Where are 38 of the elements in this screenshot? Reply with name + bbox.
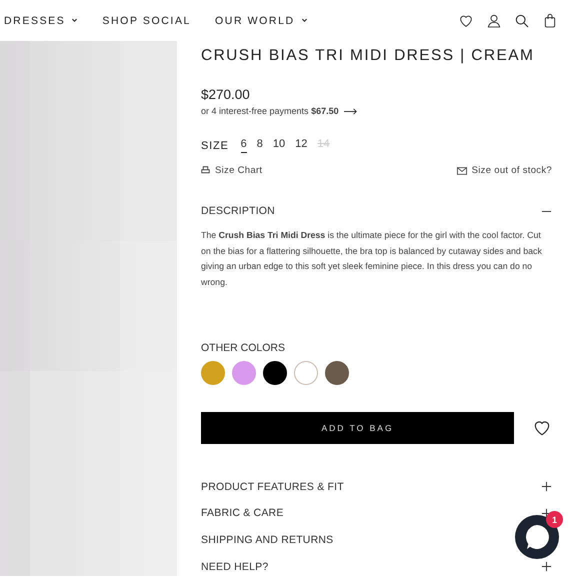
plus-icon[interactable] <box>541 561 552 572</box>
accordion-toggle[interactable]: SHIPPING AND RETURNS <box>201 534 334 546</box>
printer-icon <box>201 166 210 176</box>
add-to-bag-button[interactable]: ADD TO BAG <box>201 412 514 444</box>
user-icon[interactable] <box>486 12 502 29</box>
size-out-of-stock-link[interactable]: Size out of stock? <box>456 165 552 176</box>
size-option[interactable]: 6 <box>240 138 247 154</box>
notification-badge: 1 <box>546 511 563 528</box>
size-option[interactable]: 12 <box>295 138 308 154</box>
chevron-down-icon <box>71 17 78 24</box>
color-swatch[interactable] <box>232 361 256 386</box>
accordion-toggle[interactable]: DESCRIPTION <box>201 205 275 218</box>
installments-text: or 4 interest-free payments $67.50 <box>201 106 339 116</box>
nav-link[interactable]: OUR WORLD <box>215 14 308 27</box>
size-chart-link[interactable]: Size Chart <box>201 165 262 176</box>
color-swatch[interactable] <box>201 361 225 386</box>
accordion-toggle[interactable]: PRODUCT FEATURES & FIT <box>201 480 344 493</box>
size-option[interactable]: 8 <box>256 138 263 154</box>
description-text: The Crush Bias Tri Midi Dress is the ultimate piece for the girl with the cool factor. Cut on the bias for a flattering silhouette, the bra top is balanced by cutaway sides and back giving an urban edge to this soft yet sleek feminine piece. In this dress you can do no wrong. <box>201 229 543 289</box>
nav-link[interactable]: SHOP SOCIAL <box>102 14 191 27</box>
envelope-icon <box>456 166 467 175</box>
size-option[interactable]: 10 <box>272 138 286 154</box>
nav-link[interactable]: DRESSES <box>4 14 78 27</box>
accordion-toggle[interactable]: NEED HELP? <box>201 560 268 573</box>
color-swatch[interactable] <box>325 361 349 386</box>
product-title: CRUSH BIAS TRI MIDI DRESS | CREAM <box>201 47 536 66</box>
search-icon[interactable] <box>514 12 530 29</box>
size-label: SIZE <box>201 140 229 152</box>
plus-icon[interactable] <box>541 481 552 492</box>
price: $270.00 <box>201 87 251 102</box>
arrow-right-icon[interactable] <box>344 108 358 115</box>
chevron-down-icon <box>300 17 308 24</box>
shopping-bag-icon[interactable] <box>542 12 558 29</box>
other-colors-label: OTHER COLORS <box>201 342 286 354</box>
color-swatch[interactable] <box>263 361 287 386</box>
accordion-toggle[interactable]: FABRIC & CARE <box>201 507 284 520</box>
heart-icon[interactable] <box>458 12 474 29</box>
chat-button[interactable] <box>515 515 559 559</box>
